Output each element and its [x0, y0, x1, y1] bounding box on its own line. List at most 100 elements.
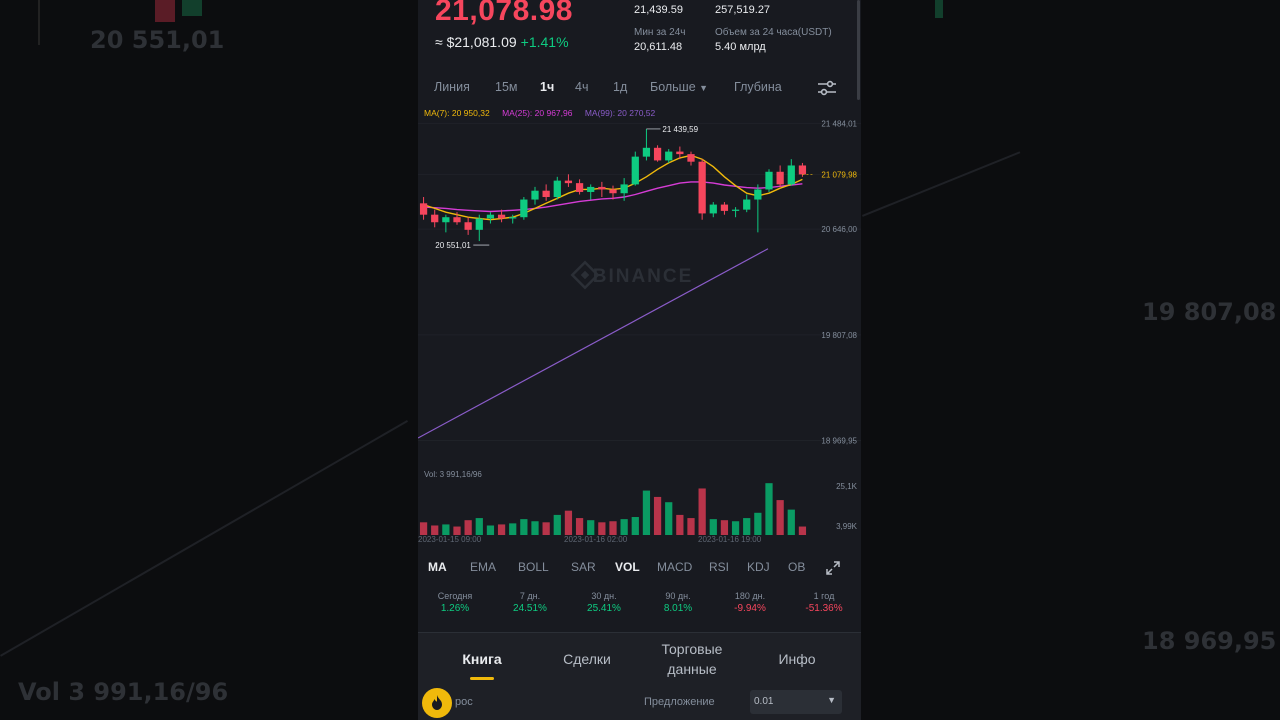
candle-body — [520, 199, 528, 218]
volume-bar — [743, 518, 751, 535]
volume-axis-label: 25,1K — [836, 482, 858, 491]
volume-bar — [464, 520, 472, 535]
candle — [687, 151, 695, 166]
candle-body — [620, 184, 628, 194]
fullscreen-icon[interactable] — [825, 560, 841, 576]
volume-bar — [531, 521, 539, 535]
indicator-kdj[interactable]: KDJ — [747, 560, 770, 574]
candle — [698, 159, 706, 220]
binance-watermark: BINANCE — [593, 266, 694, 287]
candle — [765, 169, 773, 192]
candles — [419, 128, 807, 242]
candle-body — [731, 209, 740, 211]
candle-body — [642, 147, 651, 157]
timeframe-line[interactable]: Линия — [434, 80, 470, 94]
indicator-ema[interactable]: EMA — [470, 560, 496, 574]
candle — [787, 159, 795, 186]
app-screen: 21,078.98 ≈ $21,081.09 +1.41% 21,439.59 М… — [418, 0, 861, 720]
indicator-vol[interactable]: VOL — [615, 560, 640, 574]
price-axis-label: 18 969,95 — [821, 437, 857, 446]
volume-bar — [754, 512, 762, 535]
precision-value: 0.01 — [754, 696, 774, 707]
background-blur-candle-4 — [935, 0, 943, 18]
timeframe-more-label: Больше — [650, 80, 696, 94]
volume-bar — [798, 526, 807, 535]
candle-body — [754, 189, 762, 200]
candle — [564, 174, 573, 187]
volume-bar — [453, 526, 461, 535]
indicator-sar[interactable]: SAR — [571, 560, 596, 574]
candle-body — [698, 161, 706, 214]
timeframe-depth[interactable]: Глубина — [734, 80, 782, 94]
tab-info[interactable]: Инфо — [763, 649, 831, 669]
candle-body — [709, 204, 717, 214]
flame-icon — [432, 695, 442, 710]
candle-body — [765, 171, 773, 190]
quick-action-button[interactable] — [422, 688, 452, 718]
volume-bar — [609, 521, 617, 535]
candle-body — [687, 154, 695, 162]
volume-label: Vol: 3 991,16/96 — [424, 470, 482, 479]
candle-body — [676, 151, 684, 155]
tab-trading-data[interactable]: Торговые данные — [640, 639, 744, 679]
candle-body — [609, 189, 617, 194]
indicator-boll[interactable]: BOLL — [518, 560, 549, 574]
timeframe-more[interactable]: Больше ▼ — [650, 80, 708, 94]
candle-body — [453, 217, 461, 223]
low-24h-label: Мин за 24ч — [634, 27, 686, 38]
approx-usd-price: ≈ $21,081.09 — [435, 34, 517, 50]
candle — [486, 212, 495, 224]
volume-bar — [631, 517, 639, 535]
last-price-tag: 21 079,98 — [821, 170, 857, 179]
volume-bar — [776, 500, 784, 535]
volume-bar — [442, 524, 450, 535]
volume-bar — [720, 520, 729, 535]
background-blur-price-right-1: 19 807,08 — [1142, 298, 1277, 326]
precision-select[interactable]: 0.01 ▼ — [750, 690, 842, 714]
volume-bar — [419, 522, 428, 535]
candle-body — [743, 199, 751, 210]
candle — [575, 179, 584, 195]
background-blur-candle-1 — [38, 0, 40, 45]
candle-body — [720, 204, 729, 211]
caret-down-icon: ▼ — [699, 83, 709, 93]
timeframe-1d[interactable]: 1д — [613, 80, 627, 94]
indicator-rsi[interactable]: RSI — [709, 560, 729, 574]
volume-bar — [553, 514, 561, 535]
perf-1y: 1 год -51.36% — [805, 591, 843, 614]
perf-today: Сегодня 1.26% — [437, 591, 473, 614]
indicator-ma[interactable]: MA — [428, 560, 447, 574]
volume-bar — [665, 502, 673, 535]
volume-bar — [431, 525, 439, 535]
time-axis: 2023-01-15 09:00 2023-01-16 02:00 2023-01-… — [418, 535, 762, 544]
candle — [731, 207, 740, 218]
candle — [442, 214, 450, 233]
background-blur-price-right-2: 18 969,95 — [1142, 627, 1277, 655]
indicator-macd[interactable]: MACD — [657, 560, 692, 574]
settings-sliders-icon[interactable] — [817, 80, 837, 96]
candle — [475, 214, 483, 242]
timeframe-1h[interactable]: 1ч — [540, 80, 554, 94]
indicator-ob[interactable]: OB — [788, 560, 805, 574]
volume-bar — [787, 509, 795, 535]
timeframe-4h[interactable]: 4ч — [575, 80, 588, 94]
candlestick-chart[interactable]: BINANCE 21 484,01 20 646,00 19 807,08 18 96… — [418, 100, 861, 545]
timeframe-15m[interactable]: 15м — [495, 80, 518, 94]
candle-body — [431, 214, 439, 223]
candle-body — [442, 217, 450, 223]
candle-body — [665, 151, 673, 161]
price-axis: 21 484,01 20 646,00 19 807,08 18 969,95 — [821, 119, 857, 445]
candle-body — [564, 180, 573, 184]
volume-bar — [731, 521, 740, 535]
candle-body — [531, 190, 539, 200]
tab-trades[interactable]: Сделки — [552, 649, 622, 669]
tab-order-book[interactable]: Книга — [450, 649, 514, 669]
candle-body — [542, 190, 550, 198]
volume-bar — [509, 523, 517, 535]
candle-body — [509, 217, 517, 219]
candle-body — [653, 147, 662, 161]
candle — [587, 184, 595, 200]
perf-90d: 90 дн. 8.01% — [663, 591, 693, 614]
candle — [531, 186, 539, 205]
volume-bar — [497, 524, 506, 535]
